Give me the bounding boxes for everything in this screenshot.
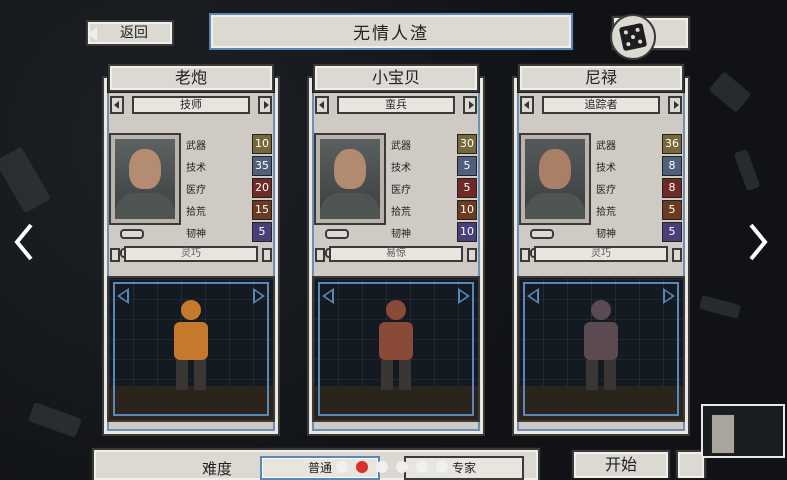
page-dot[interactable] [396, 461, 408, 473]
page-dot[interactable] [436, 461, 448, 473]
stat-medical: 医疗 20 [186, 178, 272, 200]
stat-weapon: 武器 30 [391, 134, 477, 156]
stat-mental: 韧神 5 [186, 222, 272, 244]
trait-selector[interactable]: 灵巧 [520, 246, 682, 264]
back-button-label: 返回 [120, 25, 148, 41]
character-model [379, 300, 413, 390]
class-selector: 追踪者 [520, 96, 682, 116]
character-model-viewer [312, 276, 480, 422]
minimap-thumbnail[interactable] [701, 404, 785, 458]
stat-weapon: 武器 36 [596, 134, 682, 156]
randomize-button[interactable] [610, 14, 690, 60]
trait-name: 易惊 [329, 246, 463, 262]
crew-name-title[interactable]: 无情人渣 [209, 13, 573, 50]
portrait-tabs [325, 224, 373, 258]
character-card: 老炮 技师 武器 10 技术 35 医疗 20 拾荒 15 韧神 5 灵巧 [102, 64, 280, 436]
stat-mental: 韧神 10 [391, 222, 477, 244]
class-prev-button[interactable] [315, 96, 329, 114]
rotate-right-icon[interactable] [458, 288, 470, 304]
stats-list: 武器 30 技术 5 医疗 5 拾荒 10 韧神 10 [391, 134, 477, 244]
portrait [109, 133, 181, 225]
character-name[interactable]: 尼禄 [518, 64, 684, 92]
stat-salvage: 拾荒 15 [186, 200, 272, 222]
class-selector: 蛮兵 [315, 96, 477, 116]
trait-selector[interactable]: 灵巧 [110, 246, 272, 264]
page-dot[interactable] [336, 461, 348, 473]
class-name: 追踪者 [542, 96, 660, 114]
trait-selector[interactable]: 易惊 [315, 246, 477, 264]
character-name-text: 老炮 [174, 68, 207, 87]
rotate-left-icon[interactable] [322, 288, 334, 304]
character-name-text: 小宝贝 [371, 68, 420, 87]
chevron-left-icon [14, 223, 33, 261]
stat-tech: 技术 8 [596, 156, 682, 178]
prev-crew-arrow[interactable] [14, 222, 34, 262]
start-button[interactable]: 开始 [572, 450, 670, 478]
stat-medical: 医疗 8 [596, 178, 682, 200]
class-next-button[interactable] [463, 96, 477, 114]
class-next-button[interactable] [258, 96, 272, 114]
character-card: 小宝贝 蛮兵 武器 30 技术 5 医疗 5 拾荒 10 韧神 10 易惊 [307, 64, 485, 436]
chevron-right-icon [749, 223, 768, 261]
character-model [584, 300, 618, 390]
stats-list: 武器 10 技术 35 医疗 20 拾荒 15 韧神 5 [186, 134, 272, 244]
trait-name: 灵巧 [534, 246, 668, 262]
back-button[interactable]: 返回 [86, 20, 174, 46]
class-name: 蛮兵 [337, 96, 455, 114]
crew-name-text: 无情人渣 [353, 24, 429, 44]
rotate-right-icon[interactable] [253, 288, 265, 304]
portrait-tabs [530, 224, 578, 258]
trait-name: 灵巧 [124, 246, 258, 262]
class-prev-button[interactable] [110, 96, 124, 114]
class-name: 技师 [132, 96, 250, 114]
page-dot[interactable] [356, 461, 368, 473]
class-next-button[interactable] [668, 96, 682, 114]
stat-salvage: 拾荒 10 [391, 200, 477, 222]
class-prev-button[interactable] [520, 96, 534, 114]
stat-mental: 韧神 5 [596, 222, 682, 244]
back-arrow-icon [88, 27, 97, 41]
class-selector: 技师 [110, 96, 272, 116]
rotate-right-icon[interactable] [663, 288, 675, 304]
stat-salvage: 拾荒 5 [596, 200, 682, 222]
character-model-viewer [107, 276, 275, 422]
difficulty-label: 难度 [202, 460, 233, 478]
stats-list: 武器 36 技术 8 医疗 8 拾荒 5 韧神 5 [596, 134, 682, 244]
character-model-viewer [517, 276, 685, 422]
character-name[interactable]: 小宝贝 [313, 64, 479, 92]
rotate-left-icon[interactable] [117, 288, 129, 304]
page-dot[interactable] [416, 461, 428, 473]
stat-tech: 技术 35 [186, 156, 272, 178]
rotate-left-icon[interactable] [527, 288, 539, 304]
portrait [519, 133, 591, 225]
page-indicator [336, 461, 448, 473]
character-card: 尼禄 追踪者 武器 36 技术 8 医疗 8 拾荒 5 韧神 5 灵巧 [512, 64, 690, 436]
character-name-text: 尼禄 [584, 68, 617, 87]
stat-weapon: 武器 10 [186, 134, 272, 156]
difficulty-bar: 难度 普通 专家 [92, 448, 540, 480]
character-name[interactable]: 老炮 [108, 64, 274, 92]
portrait [314, 133, 386, 225]
stat-medical: 医疗 5 [391, 178, 477, 200]
dice-icon [610, 14, 656, 60]
character-model [174, 300, 208, 390]
portrait-tabs [120, 224, 168, 258]
page-dot[interactable] [376, 461, 388, 473]
stat-tech: 技术 5 [391, 156, 477, 178]
next-crew-arrow[interactable] [748, 222, 768, 262]
